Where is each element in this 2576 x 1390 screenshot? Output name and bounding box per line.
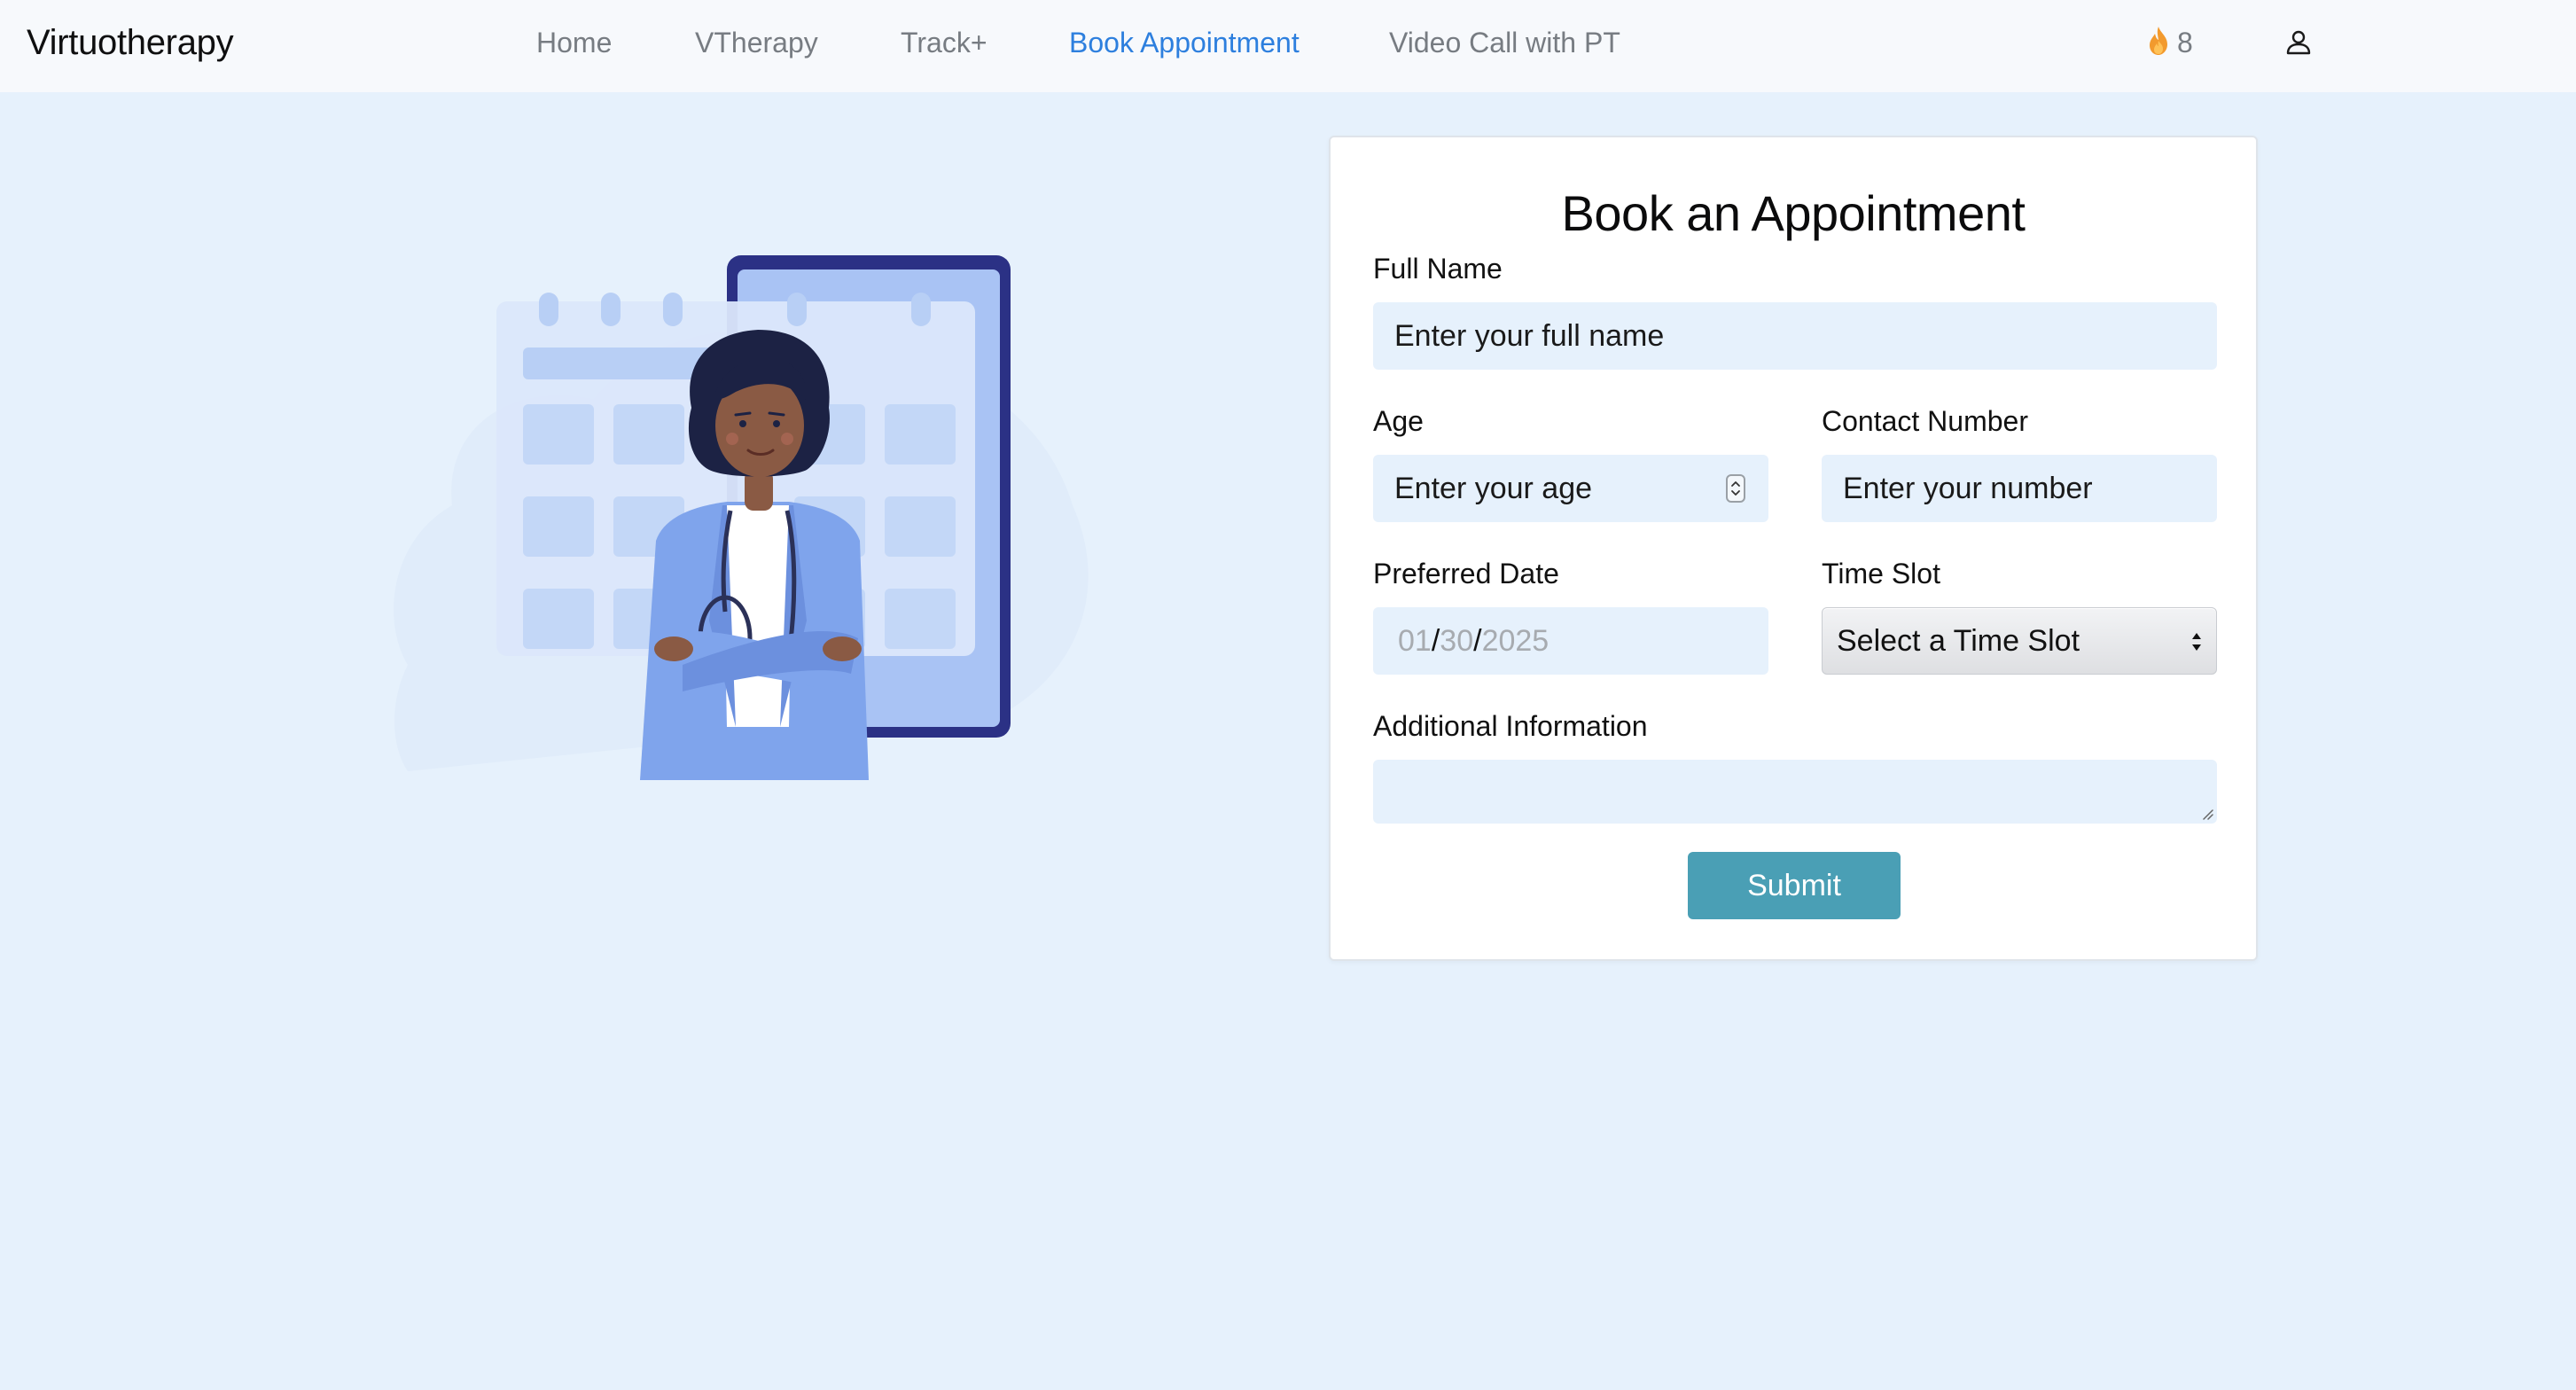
date-day[interactable]: 30 [1440, 624, 1473, 659]
additional-info-textarea[interactable] [1373, 760, 2217, 824]
age-stepper[interactable] [1726, 474, 1745, 503]
streak-counter[interactable]: 8 [2147, 21, 2193, 64]
additional-info-label: Additional Information [1373, 710, 1648, 742]
date-separator: / [1473, 623, 1482, 658]
appointment-form-card: Book an Appointment Full Name Enter your… [1329, 136, 2258, 961]
nav-link-book-appointment[interactable]: Book Appointment [1069, 23, 1300, 62]
doctor-calendar-illustration [372, 248, 1117, 780]
form-title: Book an Appointment [1561, 185, 2026, 241]
preferred-date-label: Preferred Date [1373, 558, 1559, 590]
flame-icon [2147, 26, 2170, 60]
age-placeholder: Enter your age [1394, 471, 1593, 505]
nav-link-vtherapy[interactable]: VTherapy [695, 23, 818, 62]
nav-link-home[interactable]: Home [536, 23, 612, 62]
brand-logo[interactable]: Virtuotherapy [27, 20, 234, 66]
full-name-input[interactable]: Enter your full name [1373, 302, 2217, 370]
date-separator: / [1431, 623, 1440, 658]
submit-button[interactable]: Submit [1688, 852, 1901, 919]
time-slot-selected: Select a Time Slot [1837, 623, 2080, 658]
contact-number-input[interactable]: Enter your number [1822, 455, 2217, 522]
nav-link-track[interactable]: Track+ [901, 23, 987, 62]
preferred-date-input[interactable]: 01/30/2025 [1373, 607, 1768, 675]
date-year[interactable]: 2025 [1482, 624, 1550, 659]
select-arrows-icon [2190, 628, 2204, 656]
streak-count: 8 [2177, 27, 2193, 59]
date-month[interactable]: 01 [1398, 624, 1432, 659]
time-slot-select[interactable]: Select a Time Slot [1822, 607, 2217, 675]
nav-link-video-call[interactable]: Video Call with PT [1389, 23, 1620, 62]
age-input[interactable]: Enter your age [1373, 455, 1768, 522]
age-label: Age [1373, 405, 1424, 437]
time-slot-label: Time Slot [1822, 558, 1940, 590]
contact-number-label: Contact Number [1822, 405, 2028, 437]
resize-grip-icon[interactable] [2201, 808, 2213, 820]
full-name-label: Full Name [1373, 253, 1503, 285]
user-icon[interactable] [2285, 29, 2312, 56]
top-navbar: Virtuotherapy Home VTherapy Track+ Book … [0, 0, 2576, 92]
